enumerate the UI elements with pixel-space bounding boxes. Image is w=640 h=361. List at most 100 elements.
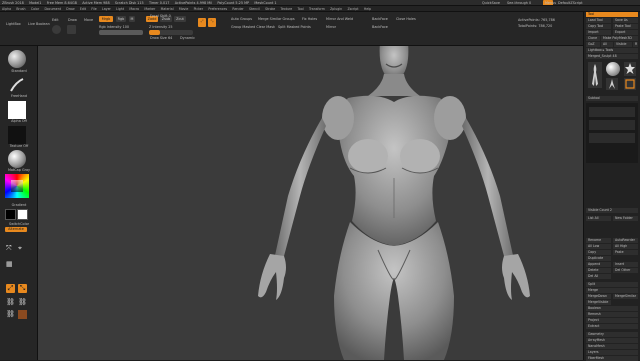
- brush-icon-a[interactable]: ⤢: [198, 18, 206, 27]
- active-points-readout: ActivePoints: 765,786: [518, 18, 555, 22]
- del-other-button[interactable]: Del Other: [613, 268, 638, 273]
- tool-thumb-figure-small[interactable]: [606, 78, 618, 90]
- dynamic-button[interactable]: Dynamic: [180, 36, 195, 40]
- list-all-button[interactable]: List All: [586, 216, 611, 221]
- brush-icon-b[interactable]: ⤡: [208, 18, 216, 27]
- move-button[interactable]: Move: [84, 18, 93, 22]
- paste-button[interactable]: Paste: [613, 250, 638, 255]
- local-icon[interactable]: ⌖: [18, 244, 26, 252]
- tool-palette-header[interactable]: Tool: [586, 12, 638, 17]
- array-mesh-header[interactable]: ArrayMesh: [586, 338, 638, 343]
- transp-icon[interactable]: ⛓: [18, 298, 27, 307]
- subtool-header[interactable]: Subtool: [586, 96, 638, 101]
- stroke-icon: [10, 78, 24, 92]
- extract-button[interactable]: Extract: [586, 324, 638, 329]
- export-button[interactable]: Export: [613, 30, 638, 35]
- m-button[interactable]: M: [129, 16, 135, 22]
- visible-count-slider[interactable]: Visible Count 2: [586, 208, 638, 213]
- alternate-button[interactable]: Alternate: [5, 227, 27, 232]
- close-holes-button[interactable]: Close Holes: [396, 17, 416, 21]
- viewport-canvas[interactable]: [38, 42, 583, 360]
- tool-thumb-star[interactable]: [624, 62, 636, 76]
- z-intensity-slider[interactable]: [149, 30, 193, 35]
- symmetry-x-icon[interactable]: ⤢: [6, 284, 15, 293]
- load-tool-button[interactable]: Load Tool: [586, 18, 611, 23]
- stroke-thumbnail[interactable]: [8, 76, 26, 94]
- delete-button[interactable]: Delete: [586, 268, 611, 273]
- backface-toggle[interactable]: BackFace: [372, 25, 388, 29]
- geometry-header[interactable]: Geometry: [586, 332, 638, 337]
- tool-thumb-sphere[interactable]: [606, 62, 620, 76]
- persp-icon[interactable]: ▦: [6, 260, 14, 268]
- subtool-item-1[interactable]: [589, 107, 635, 117]
- remesh-button[interactable]: Remesh: [586, 312, 638, 317]
- alpha-thumbnail[interactable]: [8, 101, 26, 119]
- copy-button[interactable]: Copy: [586, 250, 611, 255]
- mrgb-button[interactable]: Mrgb: [99, 16, 113, 22]
- backface-button[interactable]: BackFace: [372, 17, 388, 21]
- fibermesh-header[interactable]: FiberMesh: [586, 356, 638, 361]
- transform-icon[interactable]: ⤧: [6, 244, 14, 252]
- split-button[interactable]: Split: [586, 282, 638, 287]
- material-thumbnail[interactable]: [8, 150, 26, 168]
- live-boolean-button[interactable]: Live Boolean: [28, 22, 50, 26]
- goz-button[interactable]: GoZ: [586, 42, 600, 47]
- project-button[interactable]: Project: [586, 318, 638, 323]
- duplicate-button[interactable]: Duplicate: [586, 256, 611, 261]
- all-low-button[interactable]: All Low: [586, 244, 611, 249]
- r-button[interactable]: R: [633, 42, 638, 47]
- tool-thumb-figure[interactable]: [588, 62, 602, 88]
- texture-label: Texture Off: [9, 144, 29, 148]
- rgb-intensity-slider[interactable]: [99, 30, 143, 35]
- save-as-button[interactable]: Save As: [613, 18, 638, 23]
- zcut-button[interactable]: Zcut: [174, 16, 186, 22]
- subtool-item-2[interactable]: [589, 120, 635, 130]
- rename-button[interactable]: Rename: [586, 238, 611, 243]
- paste-tool-button[interactable]: Paste Tool: [613, 24, 638, 29]
- ghost-icon[interactable]: ⛓: [6, 310, 15, 319]
- switch-color-label[interactable]: SwitchColor: [0, 222, 38, 226]
- texture-thumbnail[interactable]: [8, 126, 26, 144]
- group-masked-clear-mask-button[interactable]: Group Masked Clear Mask: [231, 25, 275, 29]
- nano-mesh-header[interactable]: NanoMesh: [586, 344, 638, 349]
- clone-button[interactable]: Clone: [586, 36, 600, 41]
- boolean-button[interactable]: Boolean: [586, 306, 638, 311]
- mirror-button[interactable]: Mirror: [326, 25, 336, 29]
- split-masked-points-button[interactable]: Split Masked Points: [278, 25, 311, 29]
- auto-reorder-button[interactable]: AutoReorder: [613, 238, 638, 243]
- main-color-swatch[interactable]: [5, 209, 16, 220]
- merge-similar-groups-button[interactable]: Merge Similar Groups: [258, 17, 295, 21]
- merge-visible-button[interactable]: MergeVisible: [586, 300, 611, 305]
- subtool-item-3[interactable]: [589, 133, 635, 143]
- rgb-button[interactable]: Rgb: [116, 16, 126, 22]
- edit-button[interactable]: Edit: [52, 18, 59, 22]
- import-button[interactable]: Import: [586, 30, 611, 35]
- copy-tool-button[interactable]: Copy Tool: [586, 24, 611, 29]
- new-folder-button[interactable]: New Folder: [613, 216, 638, 221]
- merge-similar-button[interactable]: MergeSimilar: [613, 294, 638, 299]
- tool-thumb-polymesh[interactable]: [624, 78, 636, 90]
- all-high-button[interactable]: All High: [613, 244, 638, 249]
- append-button[interactable]: Append: [586, 262, 611, 267]
- layers-header[interactable]: Layers: [586, 350, 638, 355]
- make-polymesh3d-button[interactable]: Make PolyMesh3D: [601, 36, 638, 41]
- merge-header[interactable]: Merge: [586, 288, 638, 293]
- brush-thumbnail[interactable]: [8, 50, 26, 68]
- mirror-and-weld-button[interactable]: Mirror And Weld: [326, 17, 353, 21]
- merge-down-button[interactable]: MergeDown: [586, 294, 611, 299]
- rgb-intensity-label: Rgb Intensity 100: [99, 25, 130, 29]
- visible-button[interactable]: Visible: [614, 42, 632, 47]
- insert-button[interactable]: Insert: [613, 262, 638, 267]
- secondary-color-swatch[interactable]: [17, 209, 28, 220]
- solo-icon[interactable]: [18, 310, 27, 319]
- del-all-button[interactable]: Del All: [586, 274, 611, 279]
- lightbox-button[interactable]: LightBox: [6, 22, 21, 26]
- draw-button[interactable]: Draw: [68, 18, 77, 22]
- polyf-icon[interactable]: ⛓: [6, 298, 15, 307]
- auto-groups-button[interactable]: Auto Groups: [231, 17, 252, 21]
- color-picker[interactable]: [5, 174, 29, 198]
- lightbox-tools-button[interactable]: Lightbox ▸ Tools: [586, 48, 638, 53]
- fix-holes-button[interactable]: Fix Holes: [302, 17, 317, 21]
- symmetry-y-icon[interactable]: ⤡: [18, 284, 27, 293]
- all-button[interactable]: All: [601, 42, 613, 47]
